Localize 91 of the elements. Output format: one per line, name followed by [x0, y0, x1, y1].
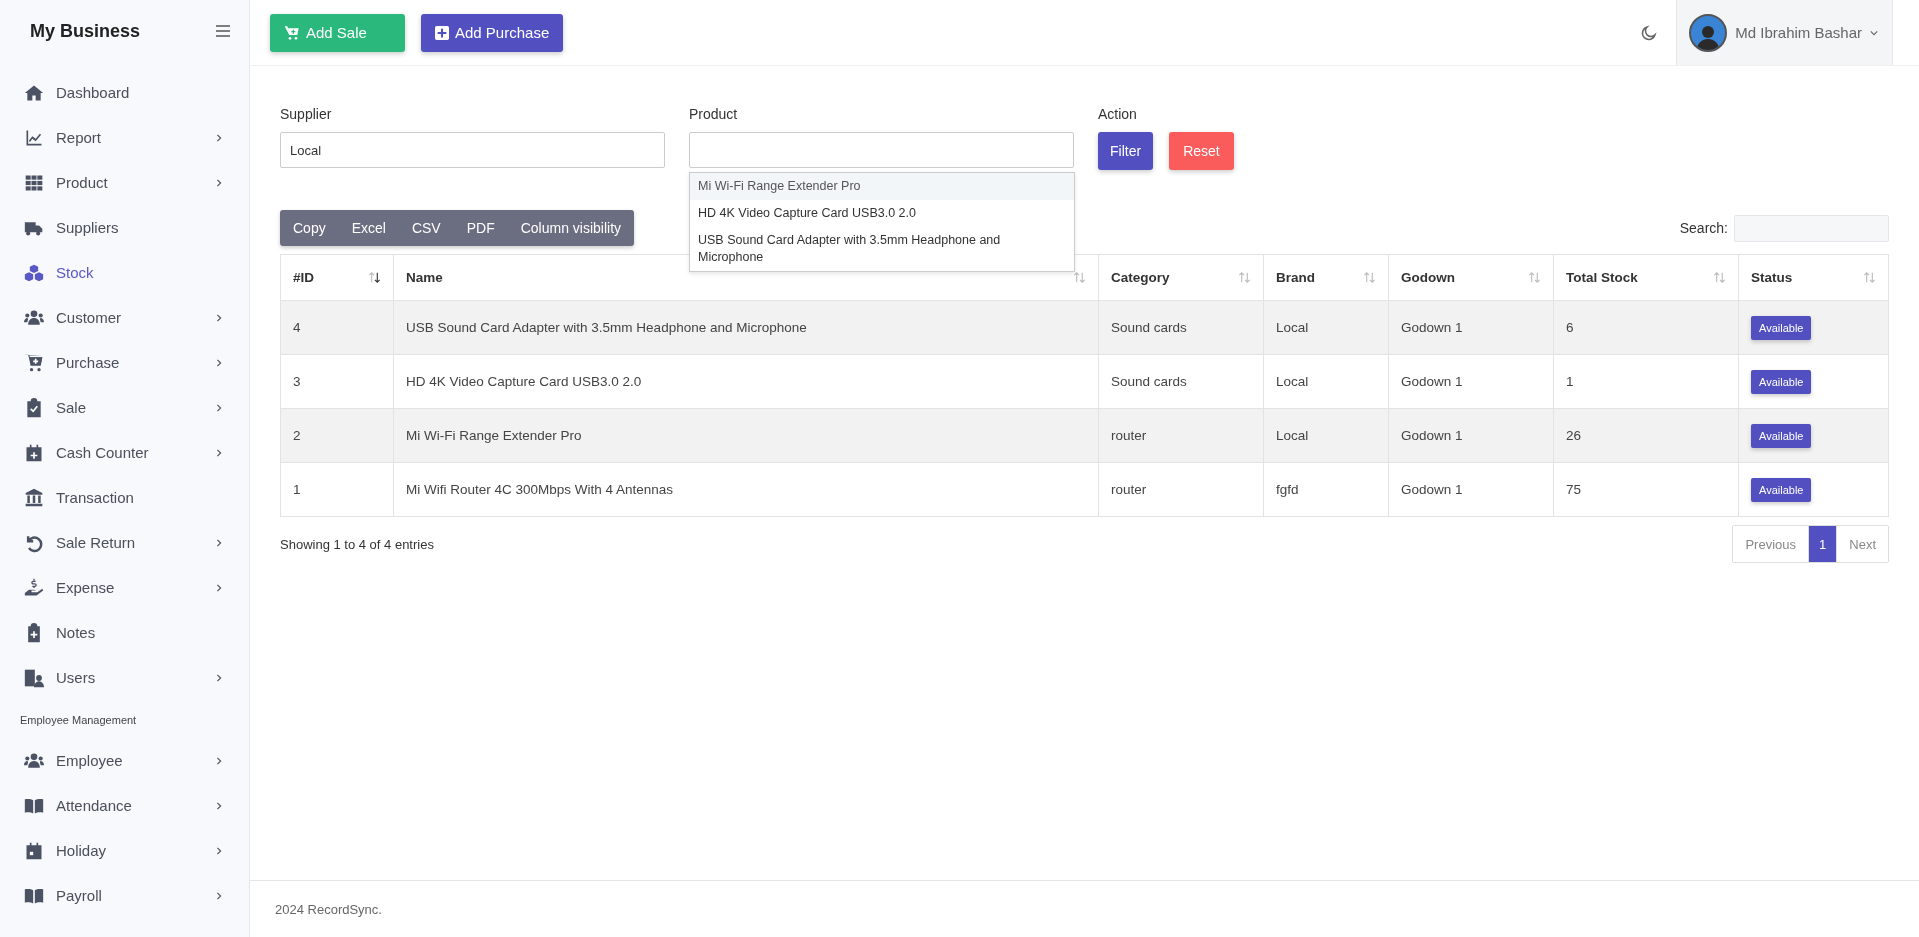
sidebar-item[interactable]: Dashboard: [0, 70, 249, 115]
table-cell: router: [1098, 462, 1264, 517]
product-label: Product: [689, 106, 739, 122]
sort-icon[interactable]: [368, 271, 381, 284]
suggestion-option[interactable]: HD 4K Video Capture Card USB3.0 2.0: [690, 199, 1074, 227]
table-cell: Mi Wi-Fi Range Extender Pro: [393, 408, 1099, 463]
sidebar-item[interactable]: Users: [0, 655, 249, 700]
status-badge[interactable]: Available: [1751, 369, 1812, 394]
menu-icon[interactable]: [215, 24, 231, 38]
sidebar-item[interactable]: Stock: [0, 250, 249, 295]
sidebar-item[interactable]: Suppliers: [0, 205, 249, 250]
caret-icon: [1870, 29, 1878, 36]
table-cell: 1: [1553, 354, 1739, 409]
table-cell: 4: [280, 300, 394, 355]
column-header[interactable]: Status: [1751, 270, 1793, 285]
sidebar-item[interactable]: Product: [0, 160, 249, 205]
next-button[interactable]: Next: [1836, 526, 1888, 562]
table-cell: 26: [1553, 408, 1739, 463]
building-user-icon: [24, 667, 44, 688]
column-header[interactable]: Category: [1111, 270, 1170, 285]
sidebar-item[interactable]: Attendance: [0, 783, 249, 828]
calendar-icon: [24, 840, 44, 861]
sidebar-item[interactable]: Payroll: [0, 873, 249, 918]
table-cell: Godown 1: [1388, 354, 1554, 409]
sidebar-item[interactable]: Customer: [0, 295, 249, 340]
column-header[interactable]: #ID: [293, 270, 314, 285]
sidebar-item[interactable]: Sale: [0, 385, 249, 430]
cart-plus-icon: [284, 24, 300, 41]
clipboard-check-icon: [24, 397, 44, 418]
export-button[interactable]: Excel: [338, 210, 399, 246]
table-cell: Local: [1263, 408, 1389, 463]
bank-icon: [24, 487, 44, 508]
supplier-label: Supplier: [280, 106, 333, 122]
avatar-icon: [1689, 13, 1728, 52]
table-cell: 3: [280, 354, 394, 409]
table-cell: fgfd: [1263, 462, 1389, 517]
table-cell: Local: [1263, 354, 1389, 409]
table-cell: 2: [280, 408, 394, 463]
plus-square-icon: [435, 25, 449, 40]
suggestion-option[interactable]: USB Sound Card Adapter with 3.5mm Headphone and Microphone: [690, 226, 1074, 271]
moon-icon[interactable]: [1640, 23, 1659, 42]
hand-dollar-icon: [24, 577, 44, 598]
table-cell: USB Sound Card Adapter with 3.5mm Headphone and Microphone: [393, 300, 1099, 355]
table-info: Showing 1 to 4 of 4 entries: [280, 536, 434, 552]
sidebar-item[interactable]: Cash Counter: [0, 430, 249, 475]
supplier-field[interactable]: Local: [280, 132, 665, 168]
table-cell: HD 4K Video Capture Card USB3.0 2.0: [393, 354, 1099, 409]
search-label: Search:: [1679, 220, 1728, 236]
add-purchase-button[interactable]: Add Purchase: [421, 13, 564, 52]
user-menu[interactable]: Md Ibrahim Bashar: [1676, 0, 1893, 65]
export-button[interactable]: Column visibility: [507, 210, 635, 246]
column-header[interactable]: Name: [406, 270, 443, 285]
table-cell: 6: [1553, 300, 1739, 355]
cubes-icon: [24, 262, 44, 283]
product-field[interactable]: [689, 132, 1074, 168]
sidebar-item[interactable]: Report: [0, 115, 249, 160]
footer-text: 2024 RecordSync.: [275, 901, 382, 917]
sidebar-item[interactable]: Employee: [0, 738, 249, 783]
column-header[interactable]: Godown: [1401, 270, 1455, 285]
sidebar-item[interactable]: Transaction: [0, 475, 249, 520]
calendar-plus-icon: [24, 442, 44, 463]
table-cell: router: [1098, 408, 1264, 463]
sidebar-item[interactable]: Purchase: [0, 340, 249, 385]
table-cell: Sound cards: [1098, 300, 1264, 355]
column-header[interactable]: Brand: [1276, 270, 1315, 285]
search-field[interactable]: [1734, 214, 1889, 242]
status-badge[interactable]: Available: [1751, 315, 1812, 340]
sidebar-section-heading: Employee Management: [19, 713, 138, 728]
sidebar-item[interactable]: Expense: [0, 565, 249, 610]
table-cell: Local: [1263, 300, 1389, 355]
filter-button[interactable]: Filter: [1098, 132, 1154, 170]
status-badge[interactable]: Available: [1751, 477, 1812, 502]
suggestion-option[interactable]: Mi Wi-Fi Range Extender Pro: [690, 173, 1074, 200]
table-cell: Mi Wifi Router 4C 300Mbps With 4 Antennas: [393, 462, 1099, 517]
column-header[interactable]: Total Stock: [1566, 270, 1638, 285]
export-button[interactable]: PDF: [453, 210, 508, 246]
sidebar-item[interactable]: Sale Return: [0, 520, 249, 565]
table-cell: Godown 1: [1388, 408, 1554, 463]
status-badge[interactable]: Available: [1751, 423, 1812, 448]
table-cell: 1: [280, 462, 394, 517]
table-cell: Sound cards: [1098, 354, 1264, 409]
table-cell: Godown 1: [1388, 300, 1554, 355]
export-button[interactable]: CSV: [398, 210, 454, 246]
table-cell: 75: [1553, 462, 1739, 517]
table-cell: Godown 1: [1388, 462, 1554, 517]
export-button[interactable]: Copy: [280, 210, 339, 246]
brand-title: My Business: [30, 20, 141, 42]
sidebar-item[interactable]: Holiday: [0, 828, 249, 873]
action-label: Action: [1098, 106, 1138, 122]
page-button[interactable]: 1: [1808, 526, 1837, 562]
sidebar-item[interactable]: Notes: [0, 610, 249, 655]
